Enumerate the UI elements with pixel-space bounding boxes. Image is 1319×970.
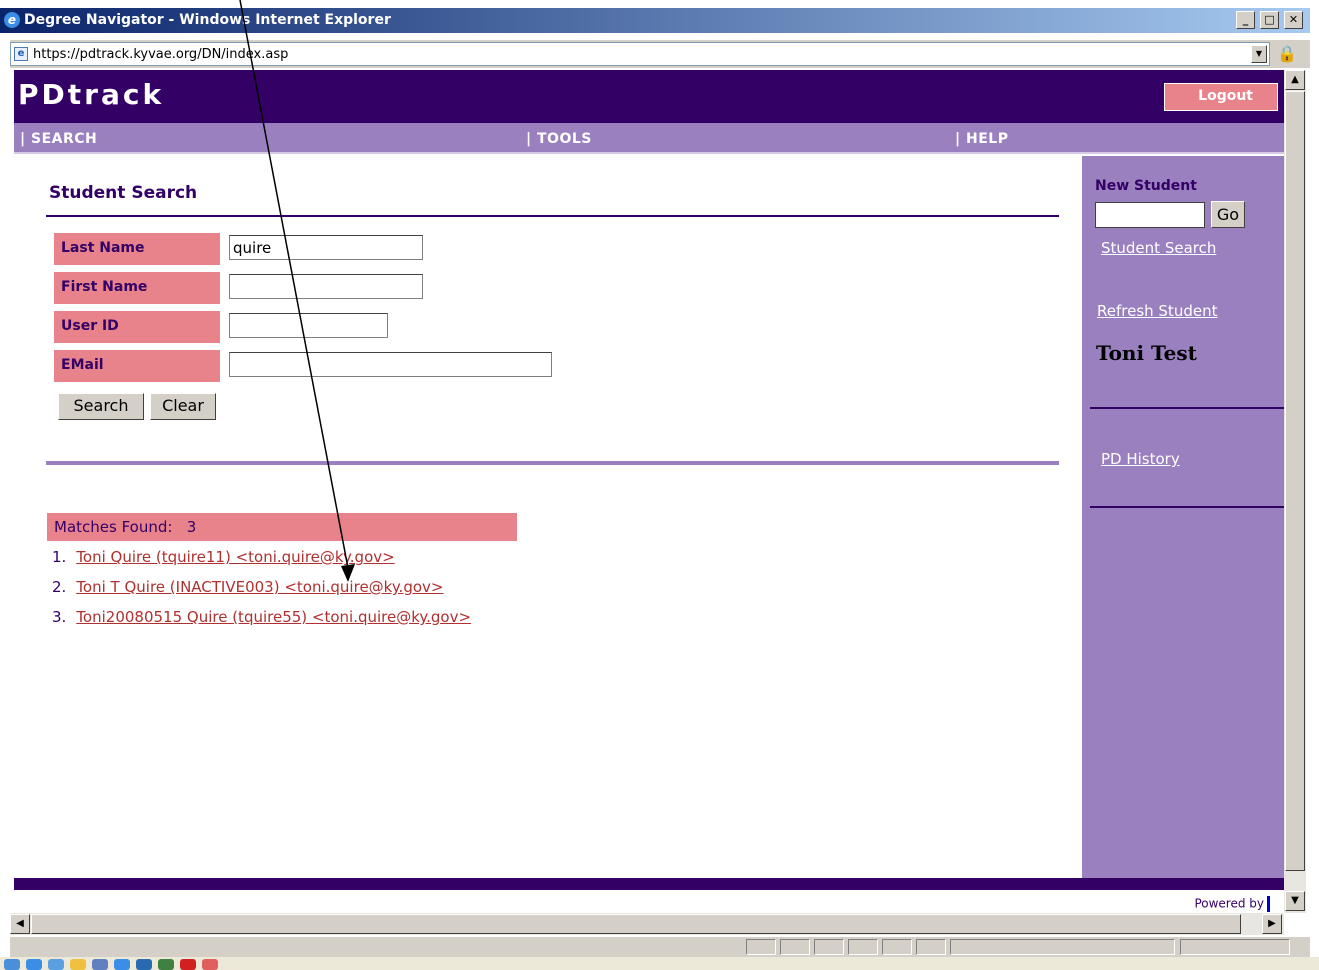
quick-launch-icon[interactable] [136, 959, 152, 970]
quick-launch-bar [0, 957, 1319, 970]
scroll-right-icon[interactable]: ▶ [1262, 914, 1282, 934]
close-button[interactable]: ✕ [1284, 11, 1303, 29]
powered-by: Powered by [1194, 896, 1270, 912]
result-link[interactable]: Toni T Quire (INACTIVE003) <toni.quire@k… [76, 578, 443, 596]
status-cell [814, 939, 844, 955]
matches-count: 3 [186, 518, 197, 536]
title-bar: e Degree Navigator - Windows Internet Ex… [0, 8, 1310, 33]
matches-found-bar: Matches Found: 3 [47, 513, 517, 541]
new-student-input[interactable] [1095, 202, 1205, 228]
status-cell [916, 939, 946, 955]
refresh-student-link[interactable]: Refresh Student [1097, 302, 1217, 320]
address-field[interactable]: e https://pdtrack.kyvae.org/DN/index.asp… [10, 42, 1270, 66]
result-link[interactable]: Toni20080515 Quire (tquire55) <toni.quir… [76, 608, 471, 626]
clear-button[interactable]: Clear [150, 393, 216, 420]
user-id-label: User ID [54, 311, 220, 343]
divider [1090, 407, 1284, 409]
horizontal-scrollbar[interactable]: ◀ ▶ [10, 913, 1284, 935]
status-cell [882, 939, 912, 955]
email-input[interactable] [229, 352, 552, 377]
last-name-input[interactable] [229, 235, 423, 260]
list-item: 3. Toni20080515 Quire (tquire55) <toni.qu… [52, 608, 471, 626]
quick-launch-icon[interactable] [70, 959, 86, 970]
nav-tools[interactable]: | TOOLS [526, 131, 592, 147]
address-url: https://pdtrack.kyvae.org/DN/index.asp [33, 47, 289, 62]
first-name-input[interactable] [229, 274, 423, 299]
student-name: Toni Test [1096, 341, 1197, 365]
footer-bar [14, 878, 1284, 890]
quick-launch-icon[interactable] [26, 959, 42, 970]
user-id-input[interactable] [229, 313, 388, 338]
first-name-label: First Name [54, 272, 220, 304]
student-search-link[interactable]: Student Search [1101, 239, 1216, 257]
site-logo: PDtrack [18, 78, 165, 111]
zoom-cell[interactable] [1180, 939, 1290, 955]
pd-history-link[interactable]: PD History [1101, 450, 1180, 468]
page-viewport: PDtrack Logout | SEARCH | TOOLS | HELP S… [14, 70, 1284, 913]
quick-launch-icon[interactable] [180, 959, 196, 970]
quick-launch-icon[interactable] [4, 959, 20, 970]
page-title: Student Search [49, 183, 198, 203]
divider [46, 215, 1059, 217]
nav-search[interactable]: | SEARCH [20, 131, 97, 147]
quick-launch-icon[interactable] [202, 959, 218, 970]
status-cell [780, 939, 810, 955]
quick-launch-icon[interactable] [48, 959, 64, 970]
scroll-down-icon[interactable]: ▼ [1285, 891, 1305, 911]
powered-by-label: Powered by [1194, 896, 1264, 911]
window-title: Degree Navigator - Windows Internet Expl… [24, 12, 391, 28]
nav-help[interactable]: | HELP [955, 131, 1008, 147]
result-number: 2. [52, 578, 67, 596]
maximize-button[interactable]: □ [1260, 11, 1279, 29]
go-button[interactable]: Go [1211, 201, 1245, 228]
scroll-thumb[interactable] [1285, 91, 1305, 871]
status-cell [746, 939, 776, 955]
list-item: 2. Toni T Quire (INACTIVE003) <toni.quire… [52, 578, 443, 596]
minimize-button[interactable]: _ [1236, 11, 1255, 29]
email-label: EMail [54, 350, 220, 382]
sidebar: New Student Go Student Search Refresh St… [1082, 156, 1284, 878]
quick-launch-icon[interactable] [92, 959, 108, 970]
main-nav: | SEARCH | TOOLS | HELP [14, 123, 1284, 154]
vertical-scrollbar[interactable]: ▲ ▼ [1284, 70, 1306, 913]
list-item: 1. Toni Quire (tquire11) <toni.quire@ky.g… [52, 548, 395, 566]
vendor-logo-icon [1267, 896, 1270, 912]
status-cell [848, 939, 878, 955]
divider [46, 461, 1059, 465]
scroll-thumb[interactable] [31, 914, 1241, 934]
result-number: 1. [52, 548, 67, 566]
lock-icon[interactable]: 🔒 [1275, 42, 1299, 66]
scroll-left-icon[interactable]: ◀ [10, 914, 30, 934]
address-bar: e https://pdtrack.kyvae.org/DN/index.asp… [10, 40, 1310, 68]
main-content: Student Search Last Name First Name User… [14, 156, 1082, 878]
divider [1090, 506, 1284, 508]
quick-launch-icon[interactable] [114, 959, 130, 970]
status-bar [10, 937, 1310, 957]
zone-cell [950, 939, 1175, 955]
search-button[interactable]: Search [58, 393, 144, 420]
address-dropdown-icon[interactable]: ▼ [1251, 45, 1267, 63]
result-number: 3. [52, 608, 67, 626]
internet-explorer-icon: e [4, 12, 20, 28]
site-header: PDtrack Logout [14, 70, 1284, 123]
last-name-label: Last Name [54, 233, 220, 265]
matches-label: Matches Found: [54, 518, 173, 536]
scroll-up-icon[interactable]: ▲ [1285, 70, 1305, 90]
quick-launch-icon[interactable] [158, 959, 174, 970]
new-student-label: New Student [1095, 178, 1197, 194]
page-icon: e [14, 47, 28, 61]
result-link[interactable]: Toni Quire (tquire11) <toni.quire@ky.gov… [76, 548, 394, 566]
logout-button[interactable]: Logout [1164, 83, 1278, 111]
browser-window: e Degree Navigator - Windows Internet Ex… [0, 0, 1319, 970]
